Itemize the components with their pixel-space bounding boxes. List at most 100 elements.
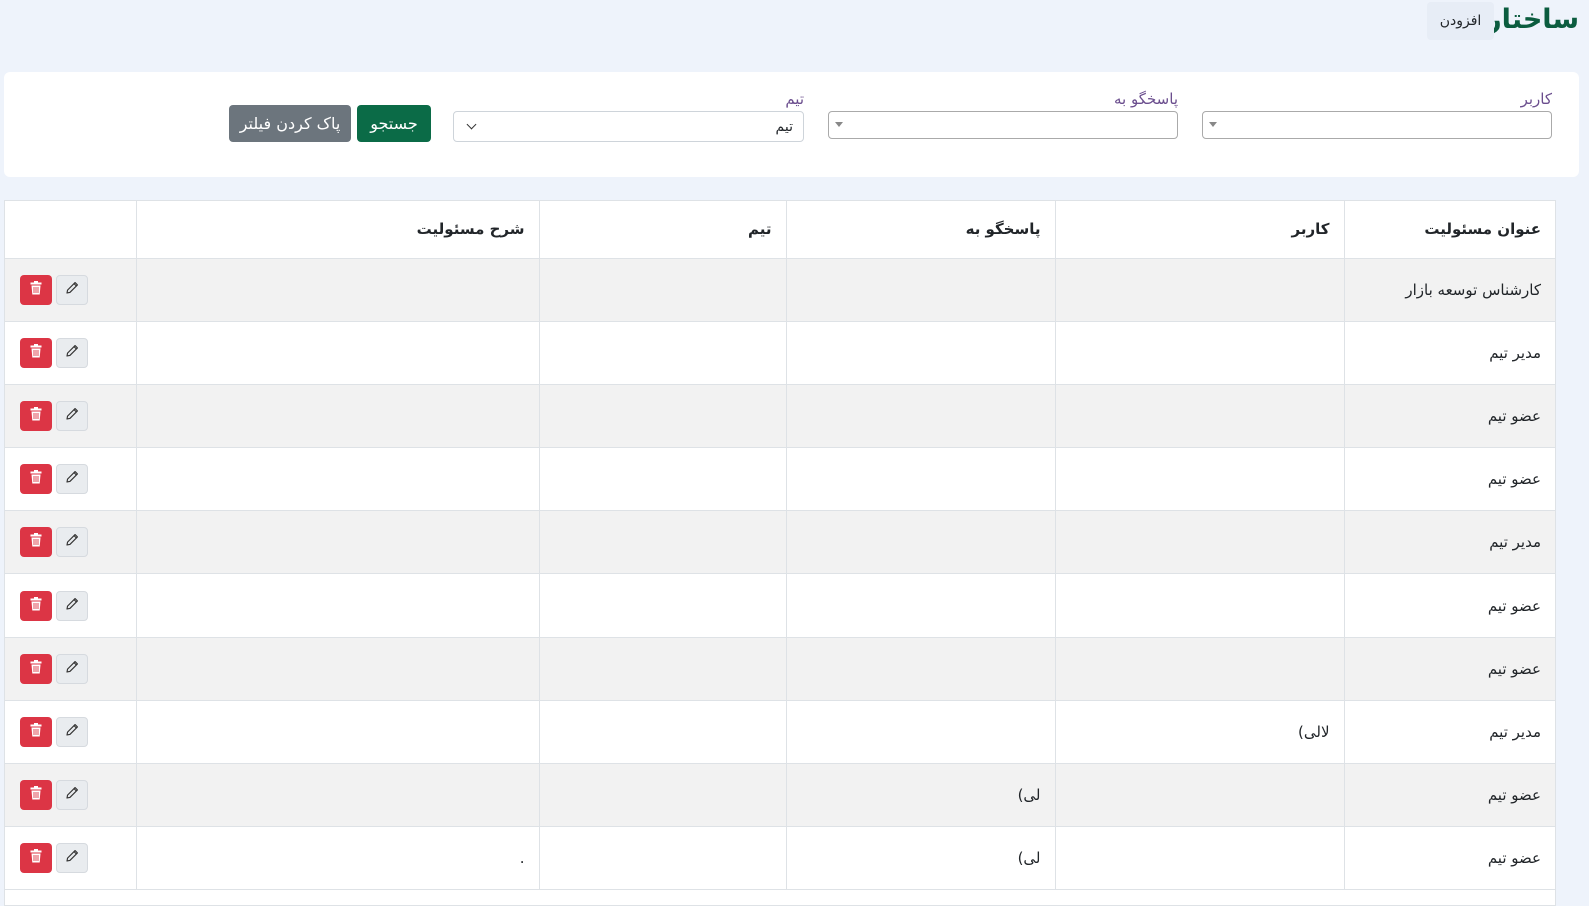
cell-description <box>135 763 539 828</box>
caret-down-icon <box>1209 122 1217 127</box>
col-header-description[interactable]: شرح مسئولیت <box>135 201 539 259</box>
delete-button[interactable] <box>19 400 52 431</box>
cell-team <box>538 637 786 701</box>
trash-icon <box>30 659 42 678</box>
table-row: عضو تیم لی) <box>5 763 1555 828</box>
cell-actions <box>5 258 136 322</box>
col-header-actions <box>5 201 136 259</box>
cell-description <box>135 573 539 638</box>
row-actions <box>5 780 136 811</box>
row-actions <box>5 590 136 621</box>
page-title: ساختار <box>1486 4 1579 35</box>
trash-icon <box>30 343 42 362</box>
cell-team <box>538 826 786 891</box>
search-button[interactable]: جستجو <box>357 105 431 142</box>
cell-team <box>538 384 786 449</box>
responsibility-table: عنوان مسئولیت کاربر پاسخگو به تیم شرح مس… <box>4 200 1556 906</box>
col-header-respond[interactable]: پاسخگو به <box>785 201 1055 259</box>
row-actions <box>5 843 136 874</box>
team-filter-label: تیم <box>785 90 804 108</box>
cell-user <box>1054 447 1344 512</box>
table-row: عضو تیم <box>5 637 1555 701</box>
cell-team <box>538 321 786 385</box>
row-actions <box>5 716 136 747</box>
edit-button[interactable] <box>55 274 88 305</box>
cell-team <box>538 700 786 765</box>
delete-button[interactable] <box>19 653 52 684</box>
trash-icon <box>30 786 42 804</box>
clear-filter-button[interactable]: پاک کردن فیلتر <box>229 105 351 142</box>
edit-button[interactable] <box>55 780 88 811</box>
pencil-icon <box>65 723 79 741</box>
table-row: عضو تیم <box>5 573 1555 638</box>
edit-button[interactable] <box>55 653 88 684</box>
delete-button[interactable] <box>19 527 52 558</box>
cell-title: عضو تیم <box>1343 384 1555 449</box>
cell-respond <box>785 700 1055 765</box>
row-actions <box>5 464 136 495</box>
cell-title: عضو تیم <box>1343 826 1555 891</box>
cell-user <box>1054 573 1344 638</box>
table-row: کارشناس توسعه بازار <box>5 258 1555 322</box>
cell-respond <box>785 384 1055 449</box>
cell-user <box>1054 763 1344 828</box>
cell-title: مدیر تیم <box>1343 510 1555 575</box>
cell-actions <box>5 573 136 638</box>
pencil-icon <box>65 786 79 804</box>
cell-description <box>135 321 539 385</box>
edit-button[interactable] <box>55 464 88 495</box>
trash-icon <box>30 406 42 425</box>
cell-respond: لی) <box>785 826 1055 891</box>
cell-user <box>1054 258 1344 322</box>
cell-actions <box>5 510 136 575</box>
add-button[interactable]: افزودن <box>1427 2 1494 40</box>
table-row: عضو تیم <box>5 384 1555 449</box>
cell-user <box>1054 637 1344 701</box>
edit-button[interactable] <box>55 716 88 747</box>
respond-filter-label: پاسخگو به <box>1113 90 1178 108</box>
pencil-icon <box>65 660 79 678</box>
pencil-icon <box>65 849 79 867</box>
delete-button[interactable] <box>19 274 52 305</box>
cell-team <box>538 573 786 638</box>
trash-icon <box>30 849 42 867</box>
cell-respond <box>785 510 1055 575</box>
row-actions <box>5 274 136 305</box>
cell-respond <box>785 573 1055 638</box>
delete-button[interactable] <box>19 464 52 495</box>
col-header-team[interactable]: تیم <box>538 201 786 259</box>
delete-button[interactable] <box>19 337 52 368</box>
team-select[interactable]: تیم <box>453 111 804 142</box>
cell-user <box>1054 510 1344 575</box>
row-actions <box>5 653 136 684</box>
edit-button[interactable] <box>55 590 88 621</box>
row-actions <box>5 337 136 368</box>
col-header-user[interactable]: کاربر <box>1054 201 1344 259</box>
cell-respond <box>785 258 1055 322</box>
table-row: مدیر تیم <box>5 510 1555 575</box>
pencil-icon <box>65 407 79 425</box>
caret-down-icon <box>835 122 843 127</box>
edit-button[interactable] <box>55 337 88 368</box>
delete-button[interactable] <box>19 843 52 874</box>
table-row: مدیر تیم <box>5 321 1555 385</box>
row-actions <box>5 527 136 558</box>
edit-button[interactable] <box>55 843 88 874</box>
cell-actions <box>5 637 136 701</box>
user-select[interactable] <box>1202 111 1552 139</box>
delete-button[interactable] <box>19 716 52 747</box>
edit-button[interactable] <box>55 527 88 558</box>
trash-icon <box>30 470 42 488</box>
cell-actions <box>5 700 136 765</box>
edit-button[interactable] <box>55 400 88 431</box>
cell-user <box>1054 384 1344 449</box>
cell-user <box>1054 826 1344 891</box>
cell-user <box>1054 321 1344 385</box>
trash-icon <box>30 722 42 741</box>
delete-button[interactable] <box>19 780 52 811</box>
col-header-title[interactable]: عنوان مسئولیت <box>1343 201 1555 259</box>
filter-panel: کاربر پاسخگو به تیم تیم جستجو پاک کردن ف… <box>4 72 1579 177</box>
delete-button[interactable] <box>19 590 52 621</box>
respond-select[interactable] <box>828 111 1178 139</box>
pencil-icon <box>65 470 79 488</box>
